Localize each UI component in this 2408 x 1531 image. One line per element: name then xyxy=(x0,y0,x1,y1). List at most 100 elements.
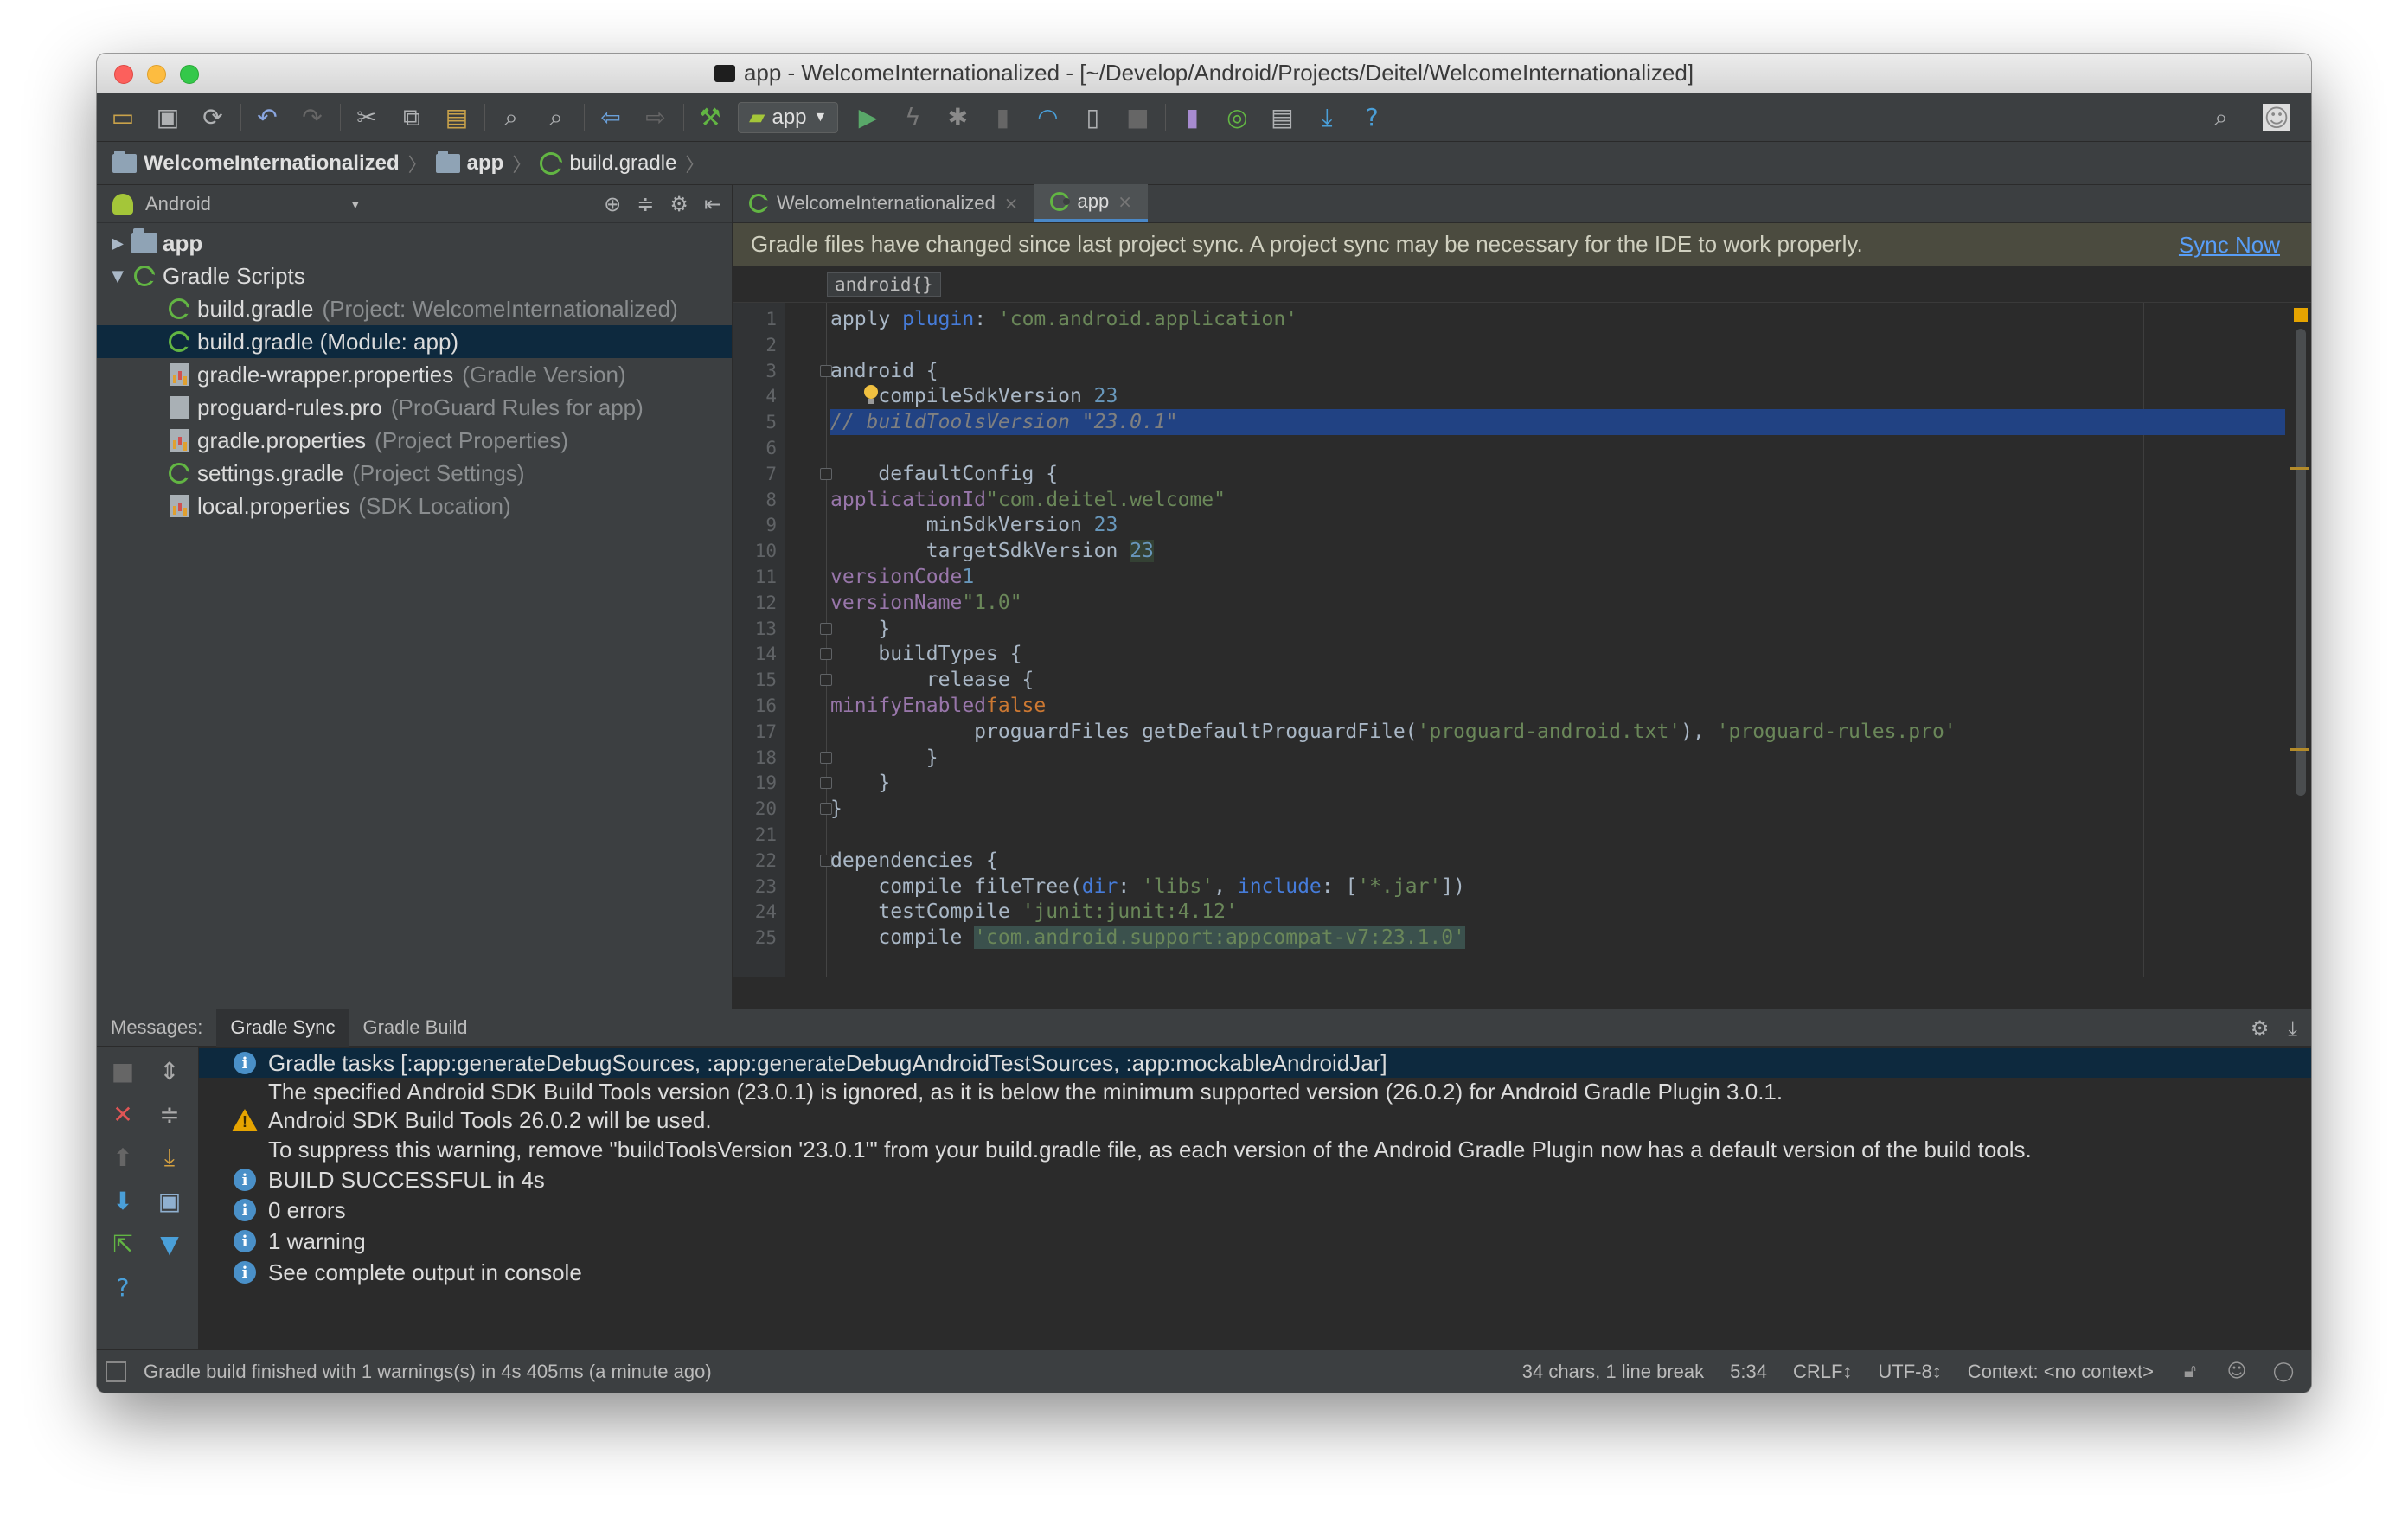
redo-icon[interactable]: ↷ xyxy=(295,100,330,135)
copy-icon[interactable]: ⧉ xyxy=(394,100,429,135)
code-line[interactable]: 9 minSdkVersion 23 xyxy=(733,512,2311,538)
collapse-all-icon[interactable]: ≑ xyxy=(637,192,654,216)
code-line[interactable]: 13 } xyxy=(733,616,2311,642)
sync-icon[interactable]: ⟳ xyxy=(195,100,230,135)
tree-item[interactable]: proguard-rules.pro (ProGuard Rules for ap… xyxy=(97,391,732,424)
close-window-button[interactable] xyxy=(114,65,133,84)
help-icon[interactable]: ? xyxy=(107,1272,138,1303)
open-source-icon[interactable]: ⇱ xyxy=(107,1228,138,1259)
sync-gradle-icon[interactable]: ◎ xyxy=(1220,100,1254,135)
encoding-select[interactable]: UTF-8↕ xyxy=(1878,1361,1941,1383)
undo-icon[interactable]: ↶ xyxy=(250,100,285,135)
tool-windows-toggle-icon[interactable] xyxy=(106,1361,126,1382)
line-separator-select[interactable]: CRLF↕ xyxy=(1793,1361,1852,1383)
code-line[interactable]: 21 xyxy=(733,822,2311,848)
expanded-arrow-icon[interactable]: ▼ xyxy=(104,267,131,285)
paste-icon[interactable]: ▤ xyxy=(439,100,474,135)
breadcrumb-project[interactable]: WelcomeInternationalized xyxy=(112,150,400,176)
tree-item[interactable]: gradle-wrapper.properties (Gradle Version… xyxy=(97,358,732,391)
code-line[interactable]: 11 versionCode 1 xyxy=(733,564,2311,590)
breadcrumb-file[interactable]: build.gradle xyxy=(540,151,676,176)
project-structure-icon[interactable]: ▤ xyxy=(1265,100,1299,135)
build-icon[interactable]: ⚒ xyxy=(693,100,727,135)
stop-icon[interactable]: ■ xyxy=(1120,100,1155,135)
profile-icon[interactable]: ▮ xyxy=(985,100,1020,135)
run-config-select[interactable]: ▰ app ▼ xyxy=(738,101,839,133)
close-icon[interactable]: ✕ xyxy=(107,1099,138,1130)
autoscroll-icon[interactable]: ▣ xyxy=(154,1185,185,1216)
filter-icon[interactable]: ▼ xyxy=(154,1228,185,1259)
message-row[interactable]: i 1 warning xyxy=(199,1227,2311,1255)
help-icon[interactable]: ? xyxy=(1354,100,1389,135)
close-icon[interactable]: × xyxy=(1118,191,1132,212)
message-row[interactable]: i Gradle tasks [:app:generateDebugSources… xyxy=(199,1048,2311,1078)
message-row[interactable]: i BUILD SUCCESSFUL in 4s xyxy=(199,1166,2311,1194)
tree-item[interactable]: build.gradle (Module: app) xyxy=(97,325,732,358)
code-line[interactable]: 18 } xyxy=(733,745,2311,771)
debug-icon[interactable]: ✱ xyxy=(940,100,975,135)
gear-icon[interactable]: ⚙ xyxy=(2251,1016,2270,1041)
collapsed-arrow-icon[interactable]: ▶ xyxy=(104,234,131,253)
caret-position[interactable]: 5:34 xyxy=(1730,1361,1767,1383)
code-line[interactable]: 24 testCompile 'junit:junit:4.12' xyxy=(733,899,2311,925)
code-line[interactable]: 5 // buildToolsVersion "23.0.1" xyxy=(733,409,2311,436)
message-row[interactable]: Android SDK Build Tools 26.0.2 will be u… xyxy=(199,1106,2311,1134)
code-line[interactable]: 6 xyxy=(733,435,2311,461)
save-icon[interactable]: ▣ xyxy=(150,100,185,135)
code-line[interactable]: 25 compile 'com.android.support:appcompa… xyxy=(733,925,2311,951)
code-line[interactable]: 19 } xyxy=(733,770,2311,796)
code-line[interactable]: 15 release { xyxy=(733,667,2311,693)
breadcrumb-module[interactable]: app xyxy=(435,150,503,176)
open-icon[interactable]: ▭ xyxy=(106,100,140,135)
tab-welcomeinternationalized[interactable]: WelcomeInternationalized × xyxy=(733,184,1034,222)
tree-item[interactable]: gradle.properties (Project Properties) xyxy=(97,424,732,457)
code-line[interactable]: 14 buildTypes { xyxy=(733,641,2311,667)
hector-icon[interactable]: ☺ xyxy=(2226,1361,2247,1382)
back-icon[interactable]: ⇦ xyxy=(593,100,628,135)
code-line[interactable]: 2 xyxy=(733,332,2311,358)
event-log-icon[interactable]: ◯ xyxy=(2273,1361,2295,1382)
previous-message-icon[interactable]: ⬆ xyxy=(107,1142,138,1173)
code-breadcrumb-chip[interactable]: android{} xyxy=(827,272,941,297)
minimize-window-button[interactable] xyxy=(147,65,166,84)
run-icon[interactable]: ▶ xyxy=(850,100,885,135)
collapse-all-icon[interactable]: ≑ xyxy=(154,1099,185,1130)
hide-panel-icon[interactable]: ⇤ xyxy=(704,192,721,216)
tab-gradle-build[interactable]: Gradle Build xyxy=(349,1009,481,1047)
tab-app[interactable]: app × xyxy=(1034,184,1148,222)
apply-changes-icon[interactable]: ϟ xyxy=(895,100,930,135)
message-row[interactable]: i 0 errors xyxy=(199,1196,2311,1224)
find-icon[interactable]: ⌕ xyxy=(494,100,528,135)
code-line[interactable]: 17 proguardFiles getDefaultProguardFile(… xyxy=(733,719,2311,745)
search-everywhere-icon[interactable]: ⌕ xyxy=(2204,100,2238,135)
export-icon[interactable]: ⤓ xyxy=(154,1142,185,1173)
avd-manager-icon[interactable]: ▮ xyxy=(1175,100,1209,135)
code-line[interactable]: 8 applicationId "com.deitel.welcome" xyxy=(733,487,2311,513)
replace-icon[interactable]: ⌕ xyxy=(539,100,573,135)
code-editor[interactable]: 1 apply plugin: 'com.android.application'… xyxy=(733,303,2311,977)
message-row[interactable]: i See complete output in console xyxy=(199,1259,2311,1286)
code-line[interactable]: 7 defaultConfig { xyxy=(733,461,2311,487)
sync-now-link[interactable]: Sync Now xyxy=(2179,232,2280,259)
stop-icon[interactable]: ■ xyxy=(107,1055,138,1086)
tree-item[interactable]: ▼ Gradle Scripts xyxy=(97,259,732,292)
code-line[interactable]: 23 compile fileTree(dir: 'libs', include… xyxy=(733,874,2311,900)
message-row[interactable]: The specified Android SDK Build Tools ve… xyxy=(199,1078,2311,1105)
device-icon[interactable]: ▯ xyxy=(1075,100,1110,135)
next-message-icon[interactable]: ⬇ xyxy=(107,1185,138,1216)
tree-item[interactable]: settings.gradle (Project Settings) xyxy=(97,457,732,490)
lock-icon[interactable]: 🔓︎ xyxy=(2180,1361,2200,1382)
code-line[interactable]: 3 android { xyxy=(733,358,2311,384)
tree-item[interactable]: ▶ app xyxy=(97,227,732,259)
status-message[interactable]: Gradle build finished with 1 warnings(s)… xyxy=(144,1361,712,1383)
code-line[interactable]: 22 dependencies { xyxy=(733,848,2311,874)
forward-icon[interactable]: ⇨ xyxy=(638,100,673,135)
tree-item[interactable]: build.gradle (Project: WelcomeInternation… xyxy=(97,292,732,325)
sdk-manager-icon[interactable]: ⤓ xyxy=(1310,100,1344,135)
message-row[interactable]: To suppress this warning, remove "buildT… xyxy=(199,1136,2311,1163)
expand-all-icon[interactable]: ⇕ xyxy=(154,1055,185,1086)
tab-gradle-sync[interactable]: Gradle Sync xyxy=(216,1009,349,1047)
scroll-from-source-icon[interactable]: ⊕ xyxy=(604,192,621,216)
project-view-select[interactable]: Android ▼ xyxy=(112,193,362,215)
hide-panel-icon[interactable]: ⤓ xyxy=(2288,1016,2297,1041)
